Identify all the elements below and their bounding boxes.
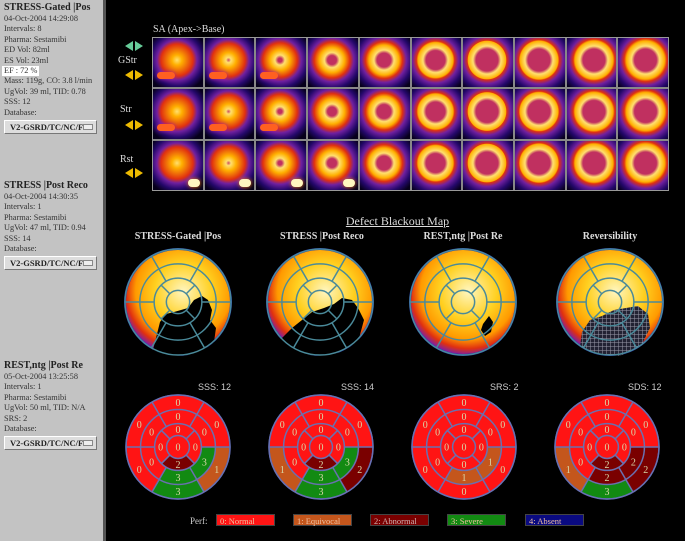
segment-score: 0 [578, 458, 583, 469]
segment-score: 3 [319, 473, 324, 484]
segment-score: 3 [605, 487, 610, 498]
segment-score: 0 [319, 425, 324, 436]
segment-score: 0 [500, 420, 505, 431]
segment-score: 1 [280, 465, 285, 476]
segment-score: 0 [462, 487, 467, 498]
segment-score: 1 [462, 473, 467, 484]
segment-score: 0 [631, 427, 636, 438]
segment-score: 0 [578, 427, 583, 438]
segment-score: 0 [435, 458, 440, 469]
segment-score: 0 [605, 398, 610, 409]
segment-score: 0 [137, 465, 142, 476]
segment-score: 0 [423, 420, 428, 431]
segment-score: 0 [587, 443, 592, 454]
segment-score: 3 [319, 487, 324, 498]
segment-score-map: 00000001100000000 [411, 394, 517, 500]
legend-item: 2: Abnormal [370, 514, 429, 526]
segment-score: 0 [158, 443, 163, 454]
segment-score: 0 [319, 443, 324, 454]
segment-score-map: 00020003300002310 [268, 394, 374, 500]
segment-score: 0 [137, 420, 142, 431]
segment-score: 0 [488, 427, 493, 438]
segment-score: 0 [462, 412, 467, 423]
segment-score: 2 [605, 460, 610, 471]
segment-score: 0 [214, 420, 219, 431]
segment-score: 0 [643, 420, 648, 431]
legend-item: 4: Absent [525, 514, 584, 526]
segment-score: 0 [319, 398, 324, 409]
segment-score: 1 [566, 465, 571, 476]
segment-score: 0 [336, 443, 341, 454]
segment-score: 0 [149, 458, 154, 469]
segment-score: 3 [202, 458, 207, 469]
segment-score: 3 [176, 487, 181, 498]
segment-score: 2 [357, 465, 362, 476]
legend-item: 1: Equivocal [293, 514, 352, 526]
segment-score-map: 00020002200002310 [554, 394, 660, 500]
segment-score: 2 [176, 460, 181, 471]
segment-score: 0 [193, 443, 198, 454]
segment-score: 0 [423, 465, 428, 476]
segment-score: 0 [176, 425, 181, 436]
legend-item: 3: Severe [447, 514, 506, 526]
segment-score: 0 [301, 443, 306, 454]
segment-score: 0 [176, 412, 181, 423]
segment-score: 0 [566, 420, 571, 431]
segment-score: 0 [622, 443, 627, 454]
segment-score: 2 [631, 458, 636, 469]
segment-score: 1 [488, 458, 493, 469]
segment-score: 0 [319, 412, 324, 423]
segment-score: 0 [500, 465, 505, 476]
segment-score: 2 [643, 465, 648, 476]
segment-score: 0 [176, 443, 181, 454]
legend-item: 0: Normal [216, 514, 275, 526]
segment-score: 0 [280, 420, 285, 431]
segment-score: 0 [292, 458, 297, 469]
segment-score: 0 [357, 420, 362, 431]
segment-score-map: 00020003300001300 [125, 394, 231, 500]
segment-score: 0 [462, 443, 467, 454]
segment-score: 0 [202, 427, 207, 438]
segment-score: 2 [319, 460, 324, 471]
segment-score: 0 [605, 412, 610, 423]
segment-score: 0 [479, 443, 484, 454]
segment-score: 1 [214, 465, 219, 476]
segment-score: 0 [292, 427, 297, 438]
segment-score-polar-maps: 0002000330000130000020003300002310000000… [125, 394, 660, 500]
segment-score: 0 [435, 427, 440, 438]
segment-score: 0 [149, 427, 154, 438]
segment-score: 0 [462, 425, 467, 436]
segment-score: 3 [345, 458, 350, 469]
segment-score: 0 [444, 443, 449, 454]
segment-score: 3 [176, 473, 181, 484]
segment-score: 0 [605, 425, 610, 436]
legend-label: Perf: [190, 516, 208, 526]
segment-score: 0 [345, 427, 350, 438]
segment-score: 0 [605, 443, 610, 454]
segment-score: 2 [605, 473, 610, 484]
segment-score: 0 [462, 460, 467, 471]
segment-score: 0 [462, 398, 467, 409]
segment-score: 0 [176, 398, 181, 409]
